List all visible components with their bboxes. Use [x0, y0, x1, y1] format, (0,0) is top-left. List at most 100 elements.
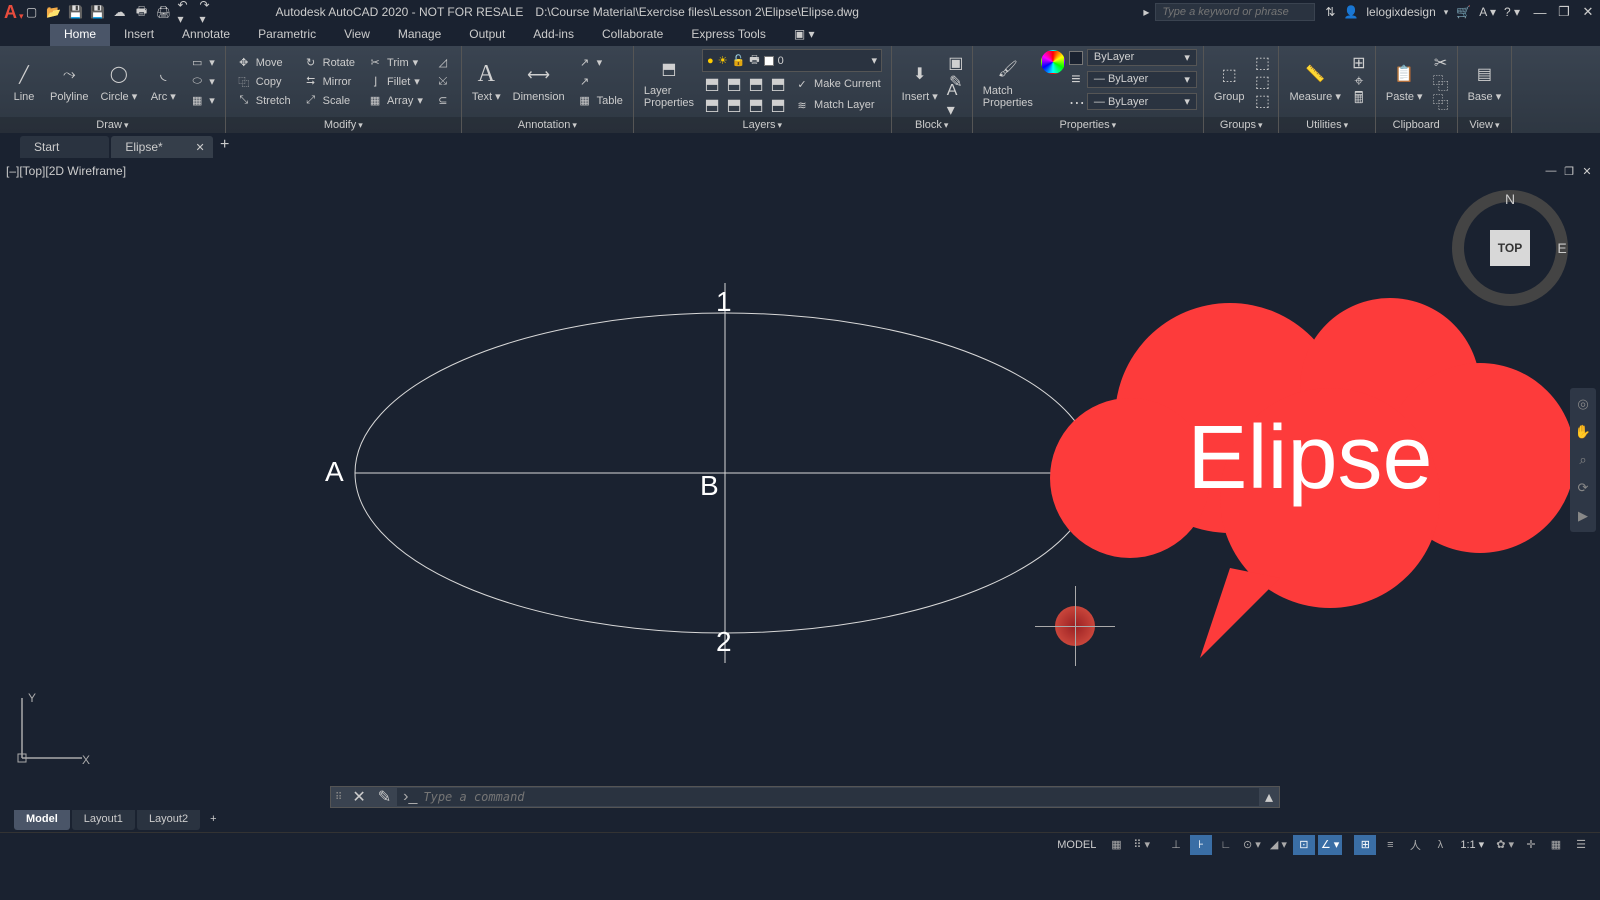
status-model[interactable]: MODEL: [1051, 839, 1102, 851]
nav-pan-icon[interactable]: ✋: [1573, 422, 1593, 442]
mirror-button[interactable]: ⮀Mirror: [299, 73, 359, 91]
tab-insert[interactable]: Insert: [110, 24, 168, 46]
base-button[interactable]: ▤Base ▾: [1464, 58, 1506, 105]
add-tab-button[interactable]: +: [215, 132, 235, 158]
cmd-customize-icon[interactable]: ✎: [372, 787, 397, 807]
match-properties-button[interactable]: 🖌Match Properties: [979, 53, 1037, 111]
tab-home[interactable]: Home: [50, 24, 110, 46]
tab-output[interactable]: Output: [455, 24, 519, 46]
panel-draw-title[interactable]: Draw▾: [0, 117, 225, 133]
tab-featured[interactable]: ▣ ▾: [780, 24, 829, 46]
hatch-button[interactable]: ▦▾: [185, 92, 219, 110]
status-custom-icon[interactable]: ☰: [1570, 835, 1592, 855]
close-button[interactable]: ✕: [1580, 4, 1596, 20]
match-layer-button[interactable]: ≋Match Layer: [790, 96, 879, 114]
move-button[interactable]: ✥Move: [232, 54, 295, 72]
offset-button[interactable]: ⊆: [431, 92, 455, 110]
status-tpy-icon[interactable]: ≡: [1379, 835, 1401, 855]
help-icon[interactable]: ? ▾: [1504, 5, 1520, 19]
layout-tab-layout2[interactable]: Layout2: [137, 810, 200, 830]
plot-icon[interactable]: 🖶: [134, 4, 150, 20]
layer-uniso-icon[interactable]: ⬒: [768, 96, 788, 114]
close-tab-icon[interactable]: ✕: [195, 141, 204, 154]
panel-properties-title[interactable]: Properties▾: [973, 117, 1203, 133]
status-osnap-icon[interactable]: ⊡: [1293, 835, 1315, 855]
viewcube[interactable]: N E TOP: [1450, 188, 1570, 308]
nav-zoom-icon[interactable]: ⌕: [1573, 450, 1593, 470]
group-bbox-icon[interactable]: ⬚: [1252, 92, 1272, 110]
util3-icon[interactable]: 🖩: [1349, 92, 1369, 110]
make-current-button[interactable]: ✓Make Current: [790, 75, 885, 93]
status-polar-icon[interactable]: ⊙ ▾: [1240, 835, 1264, 855]
array-button[interactable]: ▦Array ▾: [363, 92, 427, 110]
open-icon[interactable]: 📂: [46, 4, 62, 20]
trim-button[interactable]: ✂Trim ▾: [363, 54, 427, 72]
save-icon[interactable]: 💾: [68, 4, 84, 20]
nav-orbit-icon[interactable]: ⟳: [1573, 478, 1593, 498]
group-edit-icon[interactable]: ⬚: [1252, 73, 1272, 91]
status-iso-icon[interactable]: ◢ ▾: [1267, 835, 1290, 855]
tab-manage[interactable]: Manage: [384, 24, 455, 46]
edit-attr-icon[interactable]: A ▾: [946, 92, 966, 110]
stretch-button[interactable]: ⤡Stretch: [232, 92, 295, 110]
polyline-button[interactable]: ⤳Polyline: [46, 59, 93, 105]
layout-add-button[interactable]: +: [202, 810, 224, 830]
cmd-history-icon[interactable]: ▴: [1259, 787, 1279, 807]
arc-button[interactable]: ◟Arc ▾: [145, 58, 181, 105]
panel-utilities-title[interactable]: Utilities▾: [1279, 117, 1374, 133]
linetype-combo[interactable]: — ByLayer▾: [1087, 93, 1197, 110]
tab-parametric[interactable]: Parametric: [244, 24, 330, 46]
connect-icon[interactable]: ⇅: [1325, 5, 1335, 19]
rotate-button[interactable]: ↻Rotate: [299, 54, 359, 72]
cmd-handle-icon[interactable]: ⠿: [331, 792, 346, 803]
minimize-button[interactable]: —: [1532, 4, 1548, 20]
undo-icon[interactable]: ↶ ▾: [178, 4, 194, 20]
insert-block-button[interactable]: ⬇Insert ▾: [898, 58, 942, 105]
status-otrack-icon[interactable]: ∠ ▾: [1318, 835, 1342, 855]
fillet-button[interactable]: ⌋Fillet ▾: [363, 73, 427, 91]
layer-lock-icon[interactable]: ⬒: [746, 75, 766, 93]
group-button[interactable]: ⬚Group: [1210, 59, 1249, 105]
nav-showmotion-icon[interactable]: ▶: [1573, 506, 1593, 526]
panel-annotation-title[interactable]: Annotation▾: [462, 117, 633, 133]
layout-tab-model[interactable]: Model: [14, 810, 70, 830]
lineweight-combo[interactable]: — ByLayer▾: [1087, 71, 1197, 88]
search-input[interactable]: [1155, 3, 1315, 21]
nav-wheel-icon[interactable]: ◎: [1573, 394, 1593, 414]
mleader-button[interactable]: ↗: [573, 73, 627, 91]
cart-icon[interactable]: 🛒: [1456, 5, 1471, 19]
panel-groups-title[interactable]: Groups▾: [1204, 117, 1279, 133]
command-input[interactable]: [423, 790, 1253, 804]
tab-annotate[interactable]: Annotate: [168, 24, 244, 46]
panel-modify-title[interactable]: Modify▾: [226, 117, 461, 133]
erase-button[interactable]: ◿: [431, 54, 455, 72]
status-qp-icon[interactable]: 人: [1404, 835, 1426, 855]
status-lwt-icon[interactable]: ⊞: [1354, 835, 1376, 855]
copy-button[interactable]: ⿻Copy: [232, 73, 295, 91]
file-tab-start[interactable]: Start: [20, 136, 109, 158]
tab-expresstools[interactable]: Express Tools: [677, 24, 779, 46]
status-add-icon[interactable]: ✛: [1520, 835, 1542, 855]
status-gear-icon[interactable]: ✿ ▾: [1493, 835, 1517, 855]
layer-thaw-icon[interactable]: ⬒: [724, 96, 744, 114]
copy-base-icon[interactable]: ⿻: [1431, 92, 1451, 110]
color-wheel-icon[interactable]: [1041, 50, 1065, 74]
status-grid-icon[interactable]: ▦: [1105, 835, 1127, 855]
util1-icon[interactable]: ⊞: [1349, 54, 1369, 72]
circle-button[interactable]: ◯Circle ▾: [97, 58, 142, 105]
status-dyn-icon[interactable]: ⊦: [1190, 835, 1212, 855]
explode-button[interactable]: ⤩: [431, 73, 455, 91]
tab-view[interactable]: View: [330, 24, 384, 46]
status-ortho-icon[interactable]: ∟: [1215, 835, 1237, 855]
layer-iso-icon[interactable]: ⬒: [768, 75, 788, 93]
saveas-icon[interactable]: 💾: [90, 4, 106, 20]
text-button[interactable]: AText ▾: [468, 58, 505, 105]
layer-on-icon[interactable]: ⬒: [702, 96, 722, 114]
cmd-close-icon[interactable]: ✕: [346, 787, 371, 807]
print-icon[interactable]: 🖨: [156, 4, 172, 20]
panel-block-title[interactable]: Block▾: [892, 117, 972, 133]
layout-tab-layout1[interactable]: Layout1: [72, 810, 135, 830]
app-store-icon[interactable]: A ▾: [1479, 5, 1496, 19]
layer-off-icon[interactable]: ⬒: [702, 75, 722, 93]
user-icon[interactable]: 👤: [1343, 5, 1358, 19]
